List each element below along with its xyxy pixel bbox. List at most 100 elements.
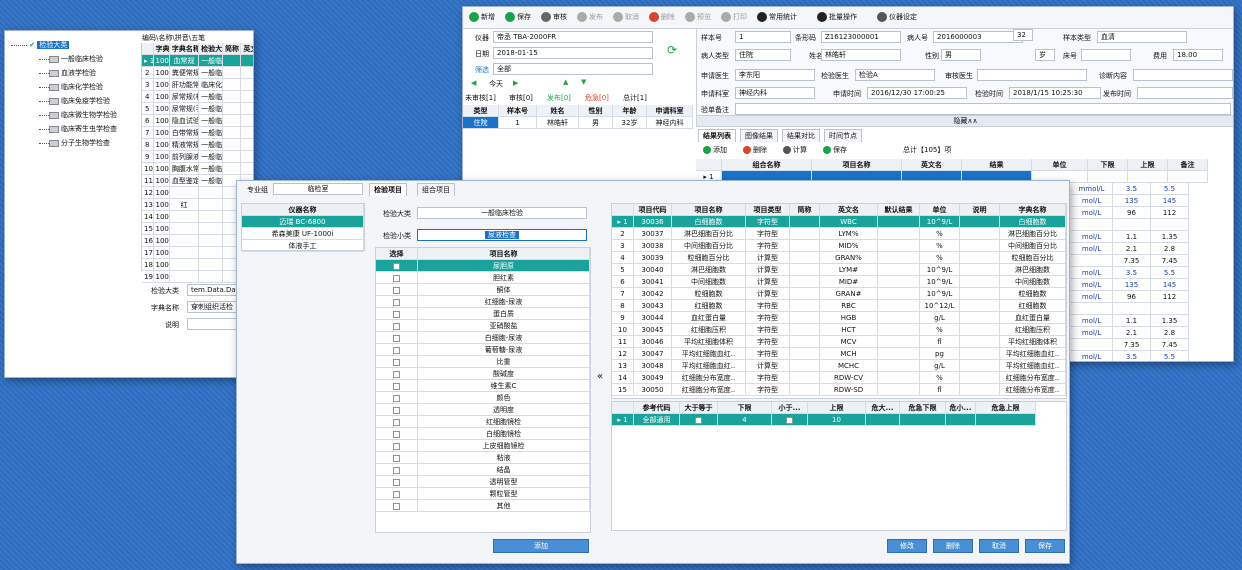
checkbox[interactable] [393, 478, 400, 486]
move-up-icon[interactable]: ▲ [563, 78, 568, 86]
checkbox[interactable] [393, 346, 400, 354]
result-value-row[interactable]: mol/L 1.1 1.35 [1071, 315, 1221, 327]
checkbox[interactable] [393, 310, 400, 318]
field-value[interactable]: 神经内科 [735, 87, 815, 99]
item-row[interactable]: 红细胞镜检 [376, 416, 590, 428]
field-value[interactable]: 住院 [735, 49, 791, 61]
checkbox[interactable] [393, 358, 400, 366]
field-value[interactable]: 1 [735, 31, 791, 43]
item-row[interactable]: 尿胆原 [376, 260, 590, 272]
field-value[interactable] [1081, 49, 1131, 61]
item-row[interactable]: 酮体 [376, 284, 590, 296]
item-row[interactable]: 比重 [376, 356, 590, 368]
field-value[interactable] [1137, 87, 1233, 99]
prev-day-icon[interactable]: ◀ [471, 79, 476, 87]
field-value[interactable]: 男 [941, 49, 981, 61]
tree-item[interactable]: 一般临床检验 [39, 53, 103, 65]
status-tab[interactable]: 危急[0] [585, 93, 609, 103]
table-row[interactable]: 10100012胸腹水常规一般临床检验 [142, 163, 253, 175]
result-tab[interactable]: 结果对比 [782, 129, 820, 142]
result-value-row[interactable]: mol/L 135 145 [1071, 195, 1221, 207]
item-row[interactable]: 白细胞镜检 [376, 428, 590, 440]
table-row[interactable]: 11 30046 平均红细胞体积 字符型 MCV fl 平均红细胞体积 [612, 336, 1066, 348]
field-value[interactable]: 2016/12/30 17:00:25 [867, 87, 967, 99]
result-tab[interactable]: 时间节点 [824, 129, 862, 142]
toolbar-button-10[interactable]: 仪器设定 [877, 12, 917, 22]
tree-item[interactable]: 临床寄生虫学检查 [39, 123, 117, 135]
field-value[interactable]: 李东阳 [735, 69, 815, 81]
item-row[interactable]: 透明管型 [376, 476, 590, 488]
result-value-row[interactable]: mmol/L 3.5 5.5 [1071, 183, 1221, 195]
table-row[interactable]: 6 30041 中间细胞数 计算型 MID# 10^9/L 中间细胞数 [612, 276, 1066, 288]
next-day-icon[interactable]: ▶ [513, 79, 518, 87]
result-value-row[interactable] [1071, 303, 1221, 315]
checkbox[interactable] [695, 416, 702, 424]
result-tool-button[interactable]: 保存 [823, 145, 847, 155]
table-row[interactable]: ▸ 1 30036 白细胞数 字符型 WBC 10^9/L 白细胞数 [612, 216, 1066, 228]
checkbox[interactable] [786, 416, 793, 424]
table-row[interactable]: 14 30049 红细胞分布宽度.. 字符型 RDW-CV% 红细胞分布宽度.. [612, 372, 1066, 384]
add-button[interactable]: 添加 [493, 539, 589, 553]
tree-item[interactable]: 临床免疫学检验 [39, 95, 110, 107]
table-row[interactable]: 7100009白带常规一般临床检验 [142, 127, 253, 139]
action-button-0[interactable]: 修改 [887, 539, 927, 553]
item-row[interactable]: 胆红素 [376, 272, 590, 284]
toolbar-button-7[interactable]: 打印 [721, 12, 747, 22]
table-row[interactable]: 6100008隐血试验一般临床检验 [142, 115, 253, 127]
tree-item[interactable]: 分子生物学检查 [39, 137, 110, 149]
table-row[interactable]: 13 30048 平均红细胞血红.. 计算型 MCHC g/L 平均红细胞血红.. [612, 360, 1066, 372]
table-row[interactable]: 9100011前列腺液常规检查一般临床检验 [142, 151, 253, 163]
item-tab[interactable]: 检验项目 [369, 183, 407, 196]
result-value-row[interactable] [1071, 219, 1221, 231]
table-row[interactable]: 3 30038 中间细胞百分比 字符型 MID%% 中间细胞百分比 [612, 240, 1066, 252]
result-value-row[interactable]: mol/L 2.1 2.8 [1071, 243, 1221, 255]
field-value[interactable]: 血清 [1097, 31, 1187, 43]
checkbox[interactable] [393, 466, 400, 474]
table-row[interactable]: 12 30047 平均红细胞血红.. 字符型 MCH pg 平均红细胞血红.. [612, 348, 1066, 360]
tree-item[interactable]: 临床微生物学检验 [39, 109, 117, 121]
filter-select[interactable]: 全部 [493, 63, 653, 75]
result-value-row[interactable]: mol/L 135 145 [1071, 279, 1221, 291]
result-value-row[interactable]: 7.35 7.45 [1071, 339, 1221, 351]
item-row[interactable]: 上皮细胞镜检 [376, 440, 590, 452]
item-row[interactable]: 酸碱度 [376, 368, 590, 380]
result-tab[interactable]: 图像结果 [740, 129, 778, 142]
item-row[interactable]: 葡萄糖-尿液 [376, 344, 590, 356]
item-row[interactable]: 蛋白质 [376, 308, 590, 320]
field-value[interactable]: Z16123000001 [821, 31, 901, 43]
checkbox[interactable] [393, 370, 400, 378]
status-tab[interactable]: 发布[0] [547, 93, 571, 103]
table-row[interactable]: 7 30042 粒细胞数 计算型 GRAN# 10^9/L 粒细胞数 [612, 288, 1066, 300]
action-button-1[interactable]: 删除 [933, 539, 973, 553]
item-row[interactable]: 颜色 [376, 392, 590, 404]
instrument-item[interactable]: 体液手工 [242, 240, 364, 252]
sample-list-row[interactable]: 住院 1 林皓轩男 32岁 神经内科 [463, 117, 695, 129]
checkbox[interactable] [393, 298, 400, 306]
table-row[interactable]: 2100004粪便常规一般临床检验 [142, 67, 253, 79]
checkbox[interactable] [393, 334, 400, 342]
result-tool-button[interactable]: 删除 [743, 145, 767, 155]
checkbox[interactable] [393, 262, 400, 270]
item-row[interactable]: 红细胞-尿液 [376, 296, 590, 308]
group-select[interactable]: 临检室 [273, 183, 363, 195]
instrument-select[interactable]: 帝丞 TBA-2000FR [493, 31, 653, 43]
item-row[interactable]: 白细胞-尿液 [376, 332, 590, 344]
move-down-icon[interactable]: ▼ [581, 78, 586, 86]
field-value[interactable] [1133, 69, 1233, 81]
table-row[interactable]: 5 30040 淋巴细胞数 计算型 LYM# 10^9/L 淋巴细胞数 [612, 264, 1066, 276]
tree-item[interactable]: 临床化学检验 [39, 81, 103, 93]
checkbox[interactable] [393, 430, 400, 438]
field-value[interactable] [977, 69, 1087, 81]
table-row[interactable]: 8 30043 红细胞数 字符型 RBC 10^12/L 红细胞数 [612, 300, 1066, 312]
filter-label[interactable]: 筛选 [475, 65, 489, 75]
checkbox[interactable] [393, 286, 400, 294]
item-row[interactable]: 粘液 [376, 452, 590, 464]
field-value[interactable]: 2016000003 [933, 31, 1023, 43]
table-row[interactable]: 2 30037 淋巴细胞百分比 字符型 LYM%% 淋巴细胞百分比 [612, 228, 1066, 240]
field-value[interactable]: 32 [1013, 29, 1033, 41]
checkbox[interactable] [393, 418, 400, 426]
field-value[interactable]: 林皓轩 [821, 49, 901, 61]
move-left-icon[interactable]: « [597, 371, 603, 382]
status-tab[interactable]: 未审核[1] [465, 93, 496, 103]
checkbox[interactable] [393, 394, 400, 402]
